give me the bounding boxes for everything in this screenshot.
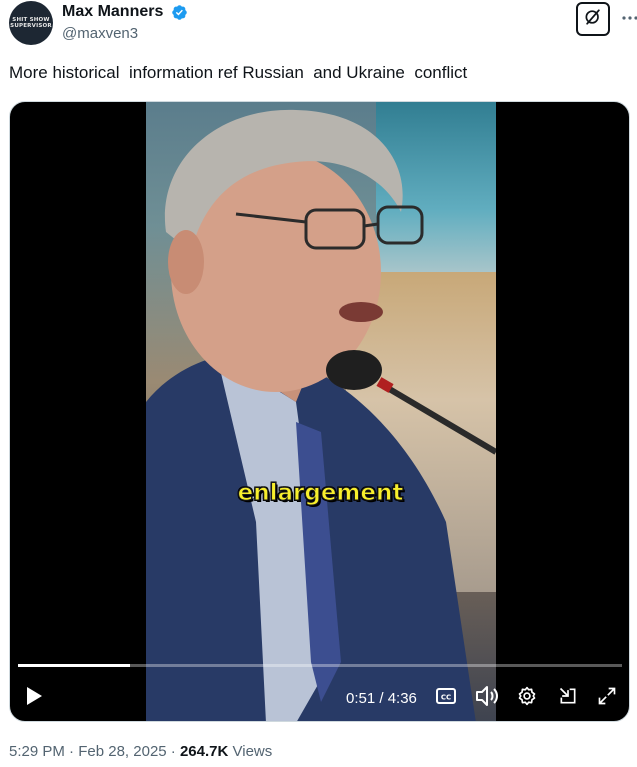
tweet-meta: 5:29 PM · Feb 28, 2025 · 264.7K Views	[9, 743, 272, 760]
more-icon	[621, 8, 637, 26]
more-options-button[interactable]	[620, 7, 637, 27]
user-info: Max Manners @maxven3	[62, 3, 188, 42]
dock-button[interactable]	[556, 686, 580, 710]
avatar-text: SHIT SHOW SUPERVISOR	[10, 17, 52, 29]
video-caption: enlargement	[237, 480, 404, 507]
play-button[interactable]	[22, 686, 46, 710]
display-name[interactable]: Max Manners	[62, 3, 163, 21]
settings-icon	[517, 686, 537, 711]
tweet-text: More historical information ref Russian …	[9, 63, 468, 82]
volume-icon	[475, 685, 499, 712]
settings-button[interactable]	[515, 686, 539, 710]
closed-captions-button[interactable]: CC	[434, 687, 458, 709]
fullscreen-icon	[597, 686, 617, 711]
tweet-date[interactable]: Feb 28, 2025	[78, 743, 166, 760]
video-player[interactable]: enlargement 0:51 / 4:36 CC	[9, 101, 630, 722]
progress-fill	[18, 664, 130, 667]
meta-separator: ·	[170, 743, 176, 760]
grok-icon	[583, 7, 603, 32]
time-display: 0:51 / 4:36	[346, 690, 417, 707]
fullscreen-button[interactable]	[595, 686, 619, 710]
speaker-figure	[146, 109, 496, 721]
dock-icon	[558, 686, 578, 711]
tweet-time[interactable]: 5:29 PM	[9, 743, 65, 760]
closed-captions-icon: CC	[436, 687, 456, 709]
tweet-header: SHIT SHOW SUPERVISOR Max Manners @maxven…	[9, 1, 637, 49]
volume-button[interactable]	[474, 685, 500, 712]
verified-badge-icon	[171, 4, 188, 21]
svg-text:CC: CC	[441, 693, 451, 701]
play-icon	[24, 685, 44, 712]
grok-button[interactable]	[576, 2, 610, 36]
progress-bar[interactable]	[18, 664, 622, 667]
meta-separator: ·	[69, 743, 75, 760]
views-count: 264.7K	[179, 743, 229, 760]
video-frame[interactable]	[146, 102, 496, 721]
views-label: Views	[232, 743, 273, 760]
handle[interactable]: @maxven3	[62, 25, 188, 42]
video-controls: 0:51 / 4:36 CC	[10, 680, 629, 716]
avatar[interactable]: SHIT SHOW SUPERVISOR	[9, 1, 53, 45]
